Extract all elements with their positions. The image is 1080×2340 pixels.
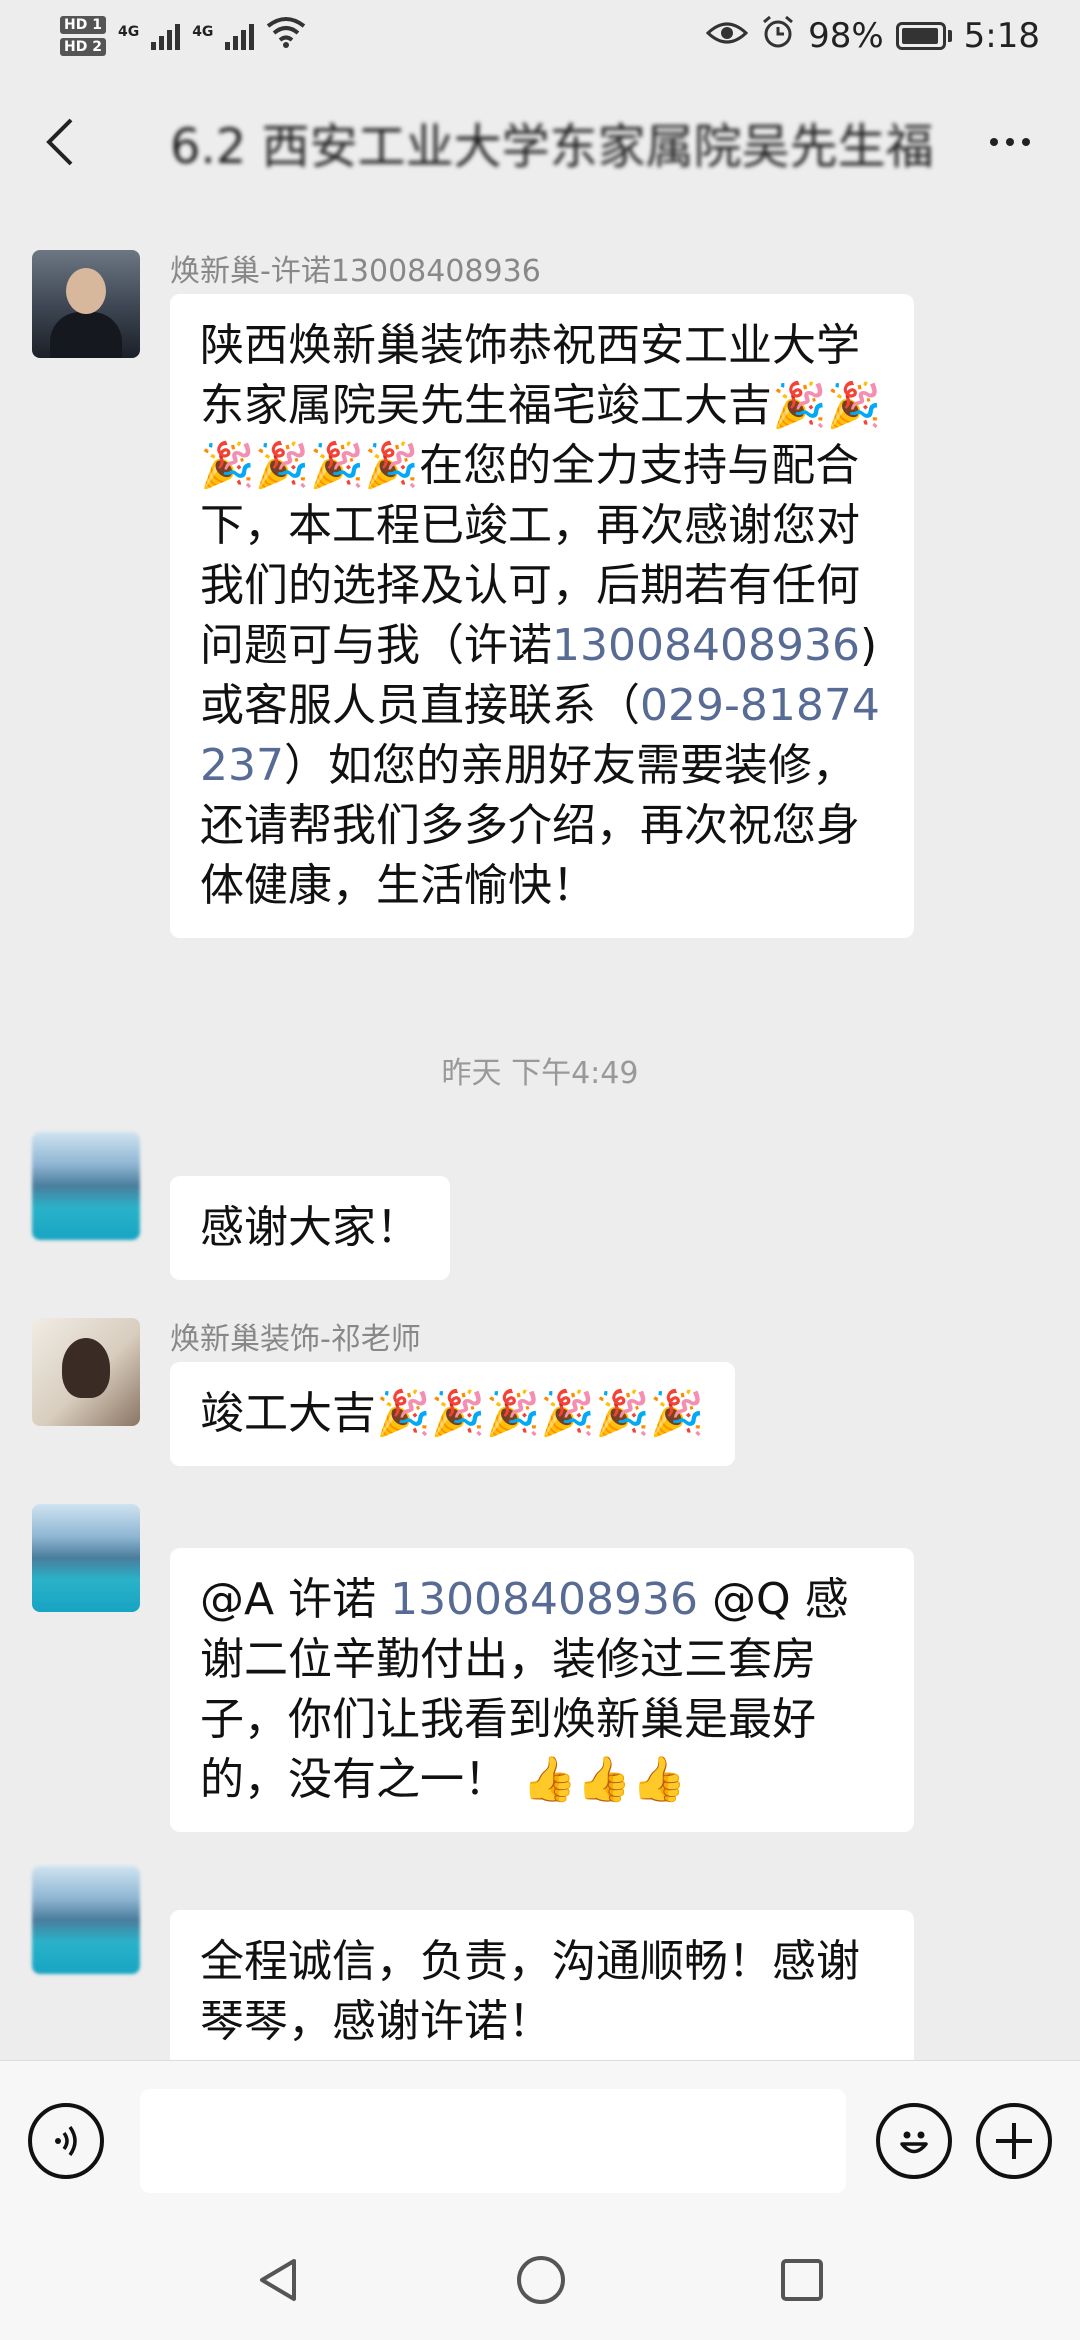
smiley-icon (900, 2131, 928, 2153)
message-item: @A 许诺 13008408936 @Q 感谢二位辛勤付出，装修过三套房子，你们… (32, 1504, 1032, 1832)
message-text: ）如您的亲朋好友需要装修，还请帮我们多多介绍，再次祝您身体健康，生活愉快！ (200, 740, 860, 911)
eye-icon (705, 16, 749, 56)
avatar[interactable] (32, 1866, 140, 1974)
battery-percent: 98% (808, 16, 884, 56)
emoji-button[interactable] (876, 2102, 952, 2179)
dot (1006, 138, 1014, 146)
hd-indicators: HD 1 HD 2 (60, 16, 106, 56)
sender-name (170, 1866, 914, 1910)
message-bubble[interactable]: 竣工大吉🎉🎉🎉🎉🎉🎉 (170, 1362, 735, 1466)
chat-header: 6.2 西安工业大学东家属院吴先生福 (0, 72, 1080, 212)
message-item: 焕新巢装饰-祁老师 竣工大吉🎉🎉🎉🎉🎉🎉 (32, 1318, 1032, 1466)
status-bar: HD 1 HD 2 4G 4G 98% 5:18 (0, 0, 1080, 72)
avatar[interactable] (32, 1504, 140, 1612)
battery-icon (895, 22, 952, 50)
home-circle-icon[interactable] (514, 2253, 568, 2307)
signal-icon (225, 22, 255, 50)
hd2-badge: HD 2 (60, 38, 106, 56)
message-text: 陕西焕新巢装饰恭祝西安工业大学东家属院吴先生福宅竣工大吉🎉🎉🎉🎉🎉🎉在您的全力支… (200, 320, 882, 671)
message-content: 焕新巢装饰-祁老师 竣工大吉🎉🎉🎉🎉🎉🎉 (170, 1318, 735, 1466)
recents-square-icon[interactable] (778, 2256, 826, 2304)
message-bubble[interactable]: @A 许诺 13008408936 @Q 感谢二位辛勤付出，装修过三套房子，你们… (170, 1548, 914, 1832)
voice-icon (55, 2125, 77, 2156)
back-triangle-icon[interactable] (254, 2255, 304, 2305)
sender-name: 焕新巢-许诺13008408936 (170, 254, 541, 289)
sender-name: 焕新巢装饰-祁老师 (170, 1322, 421, 1357)
message-bubble[interactable]: 全程诚信，负责，沟通顺畅！感谢琴琴，感谢许诺！ (170, 1910, 914, 2060)
message-bubble[interactable]: 感谢大家！ (170, 1176, 450, 1280)
message-bubble[interactable]: 陕西焕新巢装饰恭祝西安工业大学东家属院吴先生福宅竣工大吉🎉🎉🎉🎉🎉🎉在您的全力支… (170, 294, 914, 938)
avatar[interactable] (32, 1318, 140, 1426)
message-content: 焕新巢-许诺13008408936 陕西焕新巢装饰恭祝西安工业大学东家属院吴先生… (170, 250, 914, 938)
message-item: 全程诚信，负责，沟通顺畅！感谢琴琴，感谢许诺！ (32, 1866, 1032, 2060)
clock: 5:18 (963, 16, 1040, 56)
message-content: @A 许诺 13008408936 @Q 感谢二位辛勤付出，装修过三套房子，你们… (170, 1504, 914, 1832)
sig1-label: 4G (117, 23, 140, 40)
add-button[interactable] (976, 2102, 1052, 2179)
message-input[interactable] (140, 2088, 846, 2193)
wifi-icon (266, 16, 306, 57)
sig2-label: 4G (192, 23, 214, 40)
back-button[interactable] (30, 102, 90, 182)
signal-icon (151, 22, 181, 50)
phone-link[interactable]: 13008408936 (552, 620, 860, 671)
message-item: 感谢大家！ (32, 1132, 1032, 1280)
chat-title: 6.2 西安工业大学东家属院吴先生福 (170, 119, 934, 175)
avatar[interactable] (32, 250, 140, 358)
sender-name (170, 1132, 450, 1176)
message-item: 焕新巢-许诺13008408936 陕西焕新巢装饰恭祝西安工业大学东家属院吴先生… (32, 250, 1032, 938)
message-timestamp: 昨天 下午4:49 (441, 1056, 639, 1091)
input-bar (0, 2060, 1080, 2220)
message-content: 全程诚信，负责，沟通顺畅！感谢琴琴，感谢许诺！ (170, 1866, 914, 2060)
voice-button[interactable] (28, 2102, 104, 2179)
status-right: 98% 5:18 (705, 14, 1040, 59)
dot (1022, 138, 1030, 146)
message-text: @A 许诺 (200, 1574, 391, 1625)
chat-messages[interactable]: 焕新巢-许诺13008408936 陕西焕新巢装饰恭祝西安工业大学东家属院吴先生… (0, 212, 1080, 2060)
alarm-icon (760, 14, 796, 59)
message-content: 感谢大家！ (170, 1132, 450, 1280)
dot (990, 138, 998, 146)
system-nav-bar (0, 2220, 1080, 2340)
status-left: HD 1 HD 2 4G 4G (60, 16, 306, 57)
phone-link[interactable]: 13008408936 (390, 1574, 698, 1625)
chevron-left-icon (46, 118, 73, 166)
hd1-badge: HD 1 (60, 16, 106, 34)
more-button[interactable] (970, 102, 1050, 182)
sender-name (170, 1504, 914, 1548)
avatar[interactable] (32, 1132, 140, 1240)
plus-icon (996, 2122, 1032, 2159)
